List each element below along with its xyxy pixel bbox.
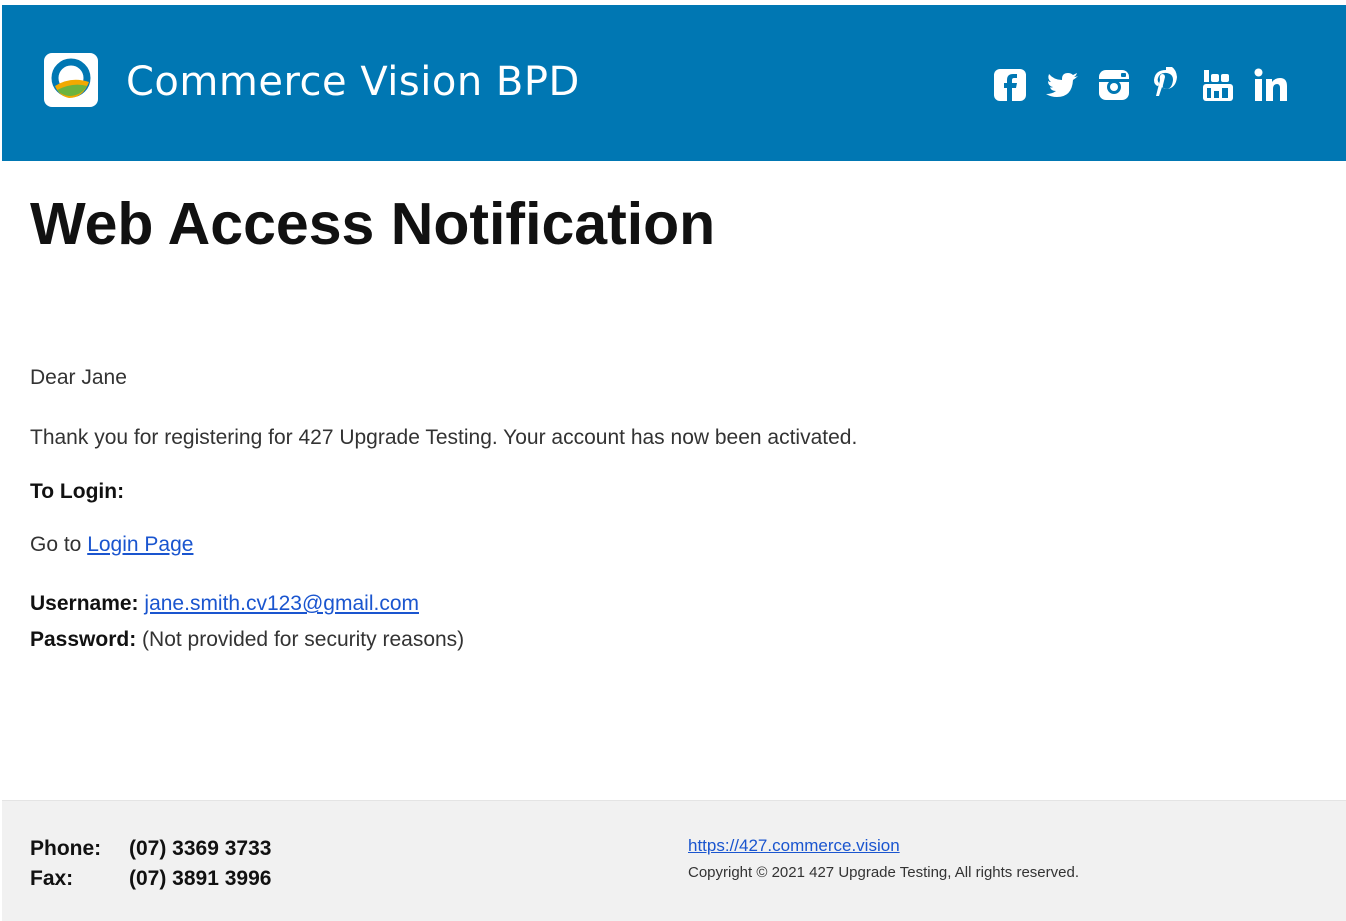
goto-line: Go to Login Page	[30, 533, 193, 557]
password-line: Password: (Not provided for security rea…	[30, 628, 464, 652]
email-footer: Phone: (07) 3369 3733 Fax: (07) 3891 3996 …	[2, 800, 1346, 921]
activation-message: Thank you for registering for 427 Upgrad…	[30, 426, 858, 449]
username-email-link[interactable]: jane.smith.cv123@gmail.com	[144, 592, 419, 615]
page-title: Web Access Notification	[30, 191, 716, 257]
login-page-link[interactable]: Login Page	[87, 533, 193, 556]
fax-label: Fax:	[30, 867, 74, 890]
phone-label: Phone:	[30, 837, 102, 860]
commerce-vision-logo-icon	[44, 53, 98, 107]
password-label: Password:	[30, 628, 137, 651]
password-value: (Not provided for security reasons)	[142, 628, 465, 651]
brand-name: Commerce Vision BPD	[126, 59, 580, 105]
goto-prefix: Go to	[30, 533, 88, 556]
instagram-icon[interactable]	[1096, 67, 1132, 103]
login-heading-text: To Login:	[30, 480, 125, 503]
login-heading: To Login:	[30, 480, 124, 504]
phone-row: Phone: (07) 3369 3733	[30, 834, 271, 864]
youtube-icon[interactable]	[1200, 67, 1236, 103]
username-label: Username:	[30, 592, 139, 615]
phone-value: (07) 3369 3733	[129, 837, 272, 860]
fax-value: (07) 3891 3996	[129, 867, 272, 890]
pinterest-icon[interactable]	[1148, 67, 1184, 103]
username-line: Username: jane.smith.cv123@gmail.com	[30, 592, 419, 616]
copyright-text: Copyright © 2021 427 Upgrade Testing, Al…	[688, 864, 1079, 881]
greeting: Dear Jane	[30, 366, 127, 389]
twitter-icon[interactable]	[1044, 67, 1080, 103]
email-header: Commerce Vision BPD	[2, 5, 1346, 161]
social-links	[992, 61, 1288, 109]
facebook-icon[interactable]	[992, 67, 1028, 103]
contact-info: Phone: (07) 3369 3733 Fax: (07) 3891 3996	[30, 834, 271, 894]
fax-row: Fax: (07) 3891 3996	[30, 864, 271, 894]
linkedin-icon[interactable]	[1252, 67, 1288, 103]
website-link[interactable]: https://427.commerce.vision	[688, 836, 900, 855]
footer-links: https://427.commerce.vision Copyright © …	[688, 836, 1079, 881]
